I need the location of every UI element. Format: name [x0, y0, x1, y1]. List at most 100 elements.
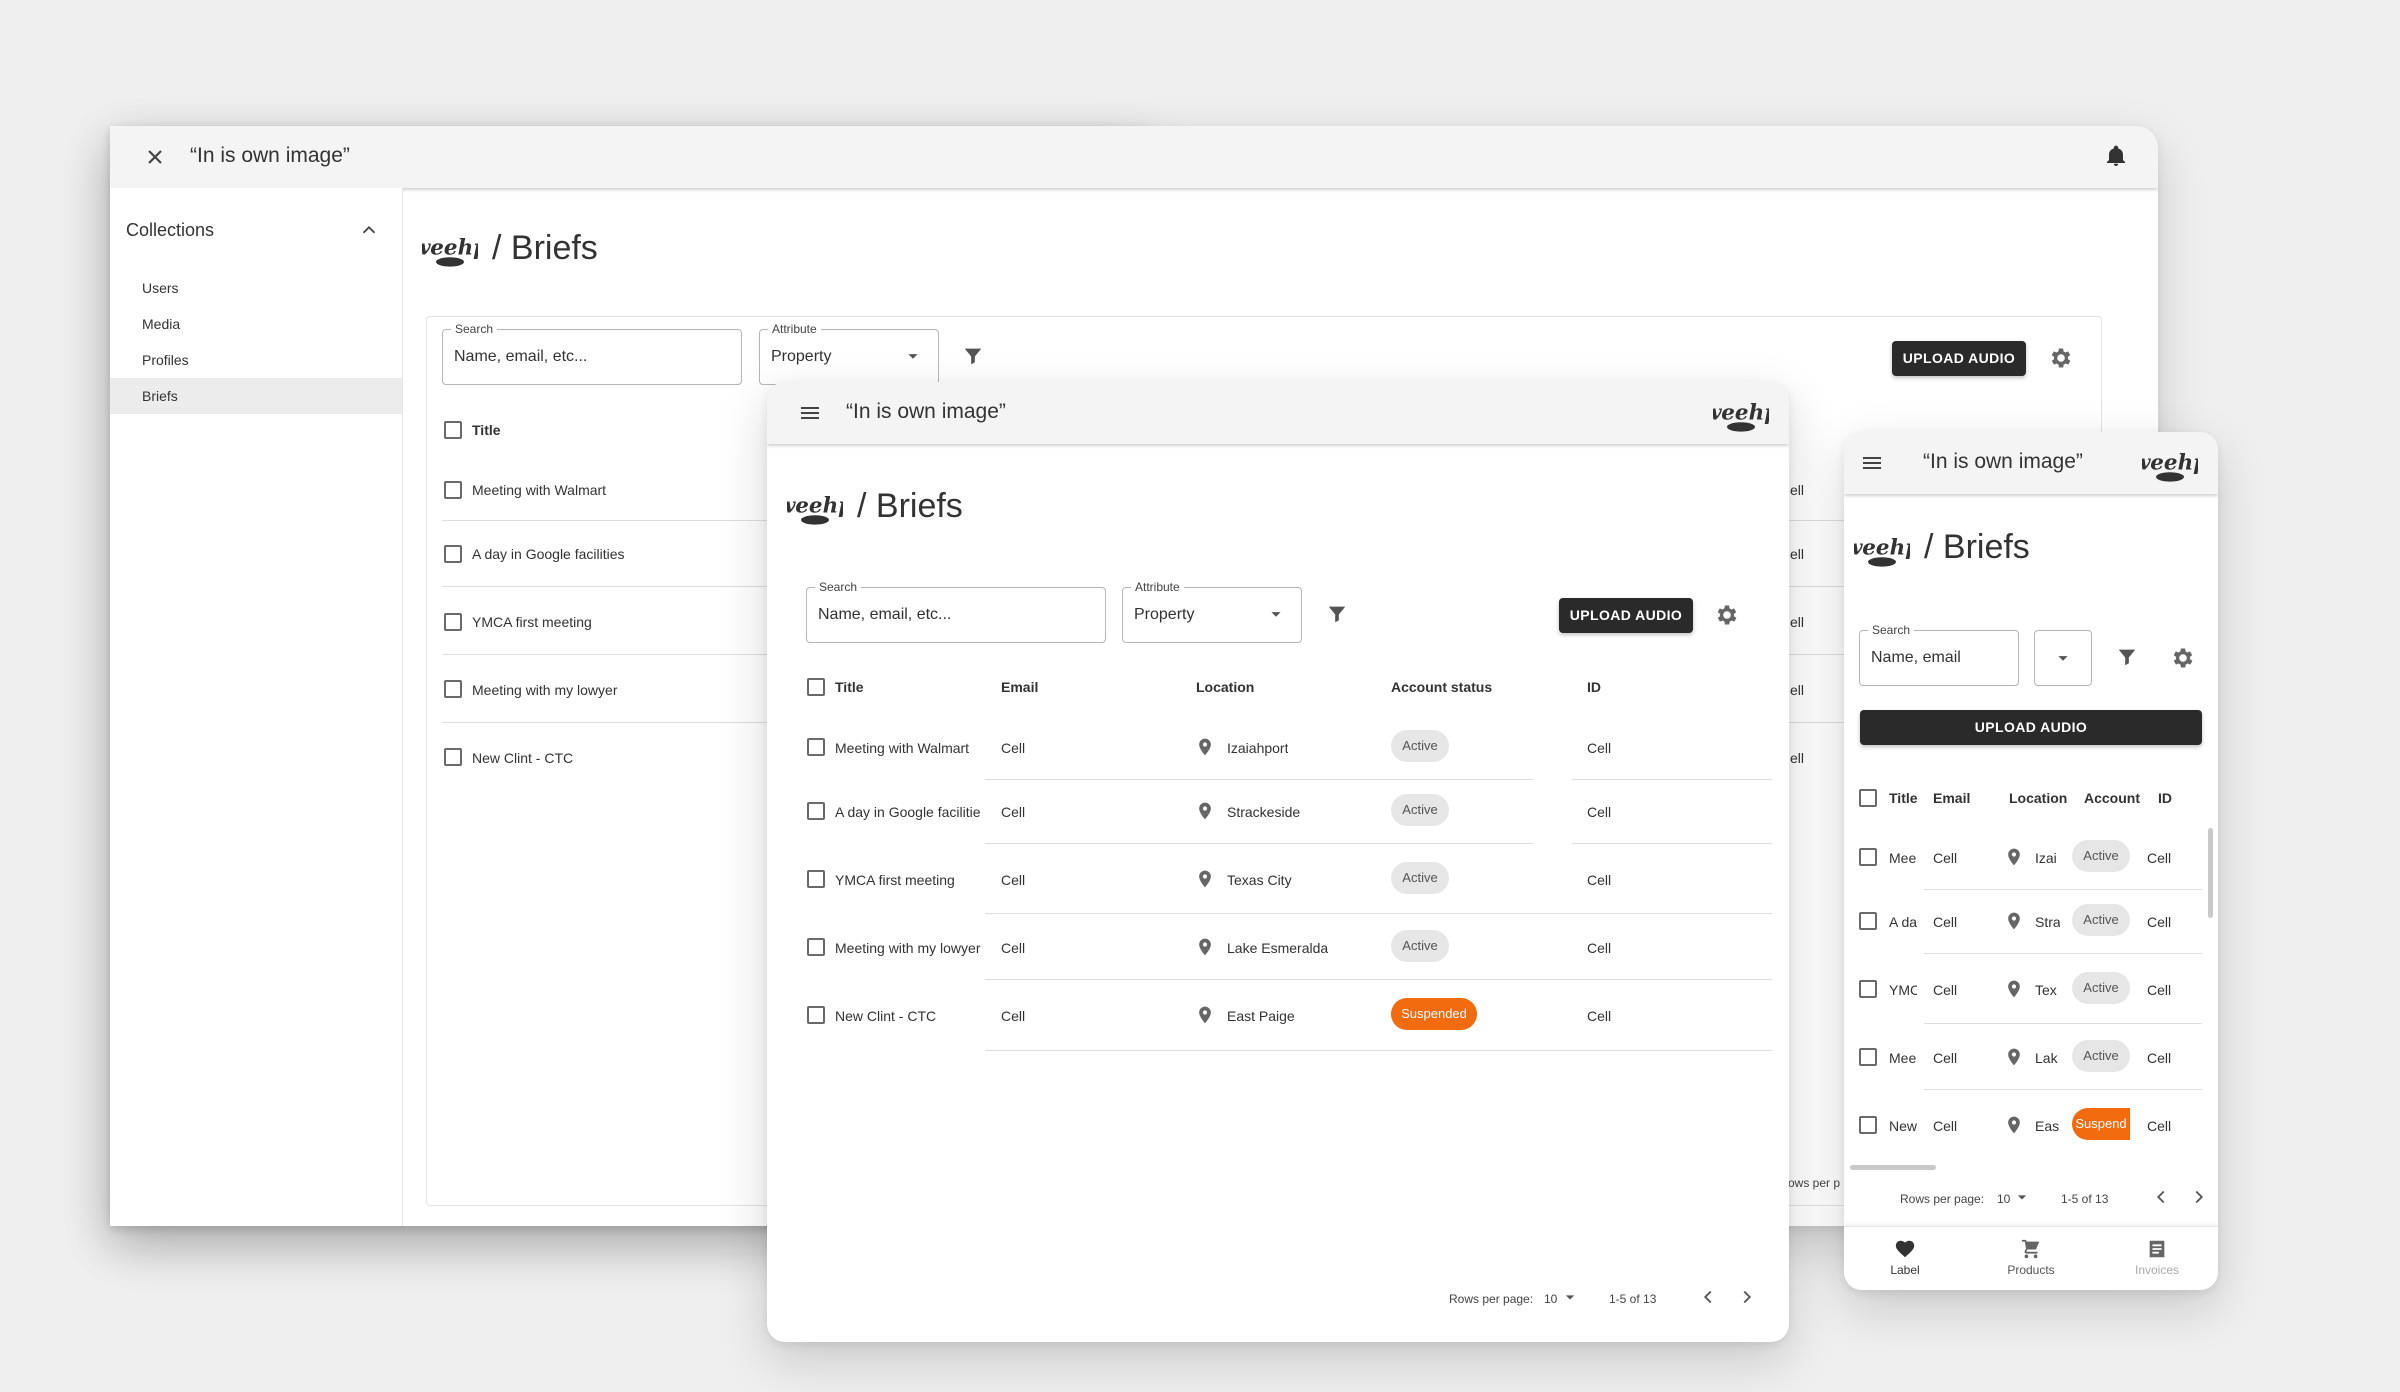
bottom-nav: Label Products Invoices — [1844, 1226, 2218, 1290]
row-email: Cell — [1001, 1008, 1026, 1024]
row-email: Cell — [1001, 804, 1026, 820]
search-input[interactable]: Search Name, email, etc... — [806, 580, 1106, 643]
filter-icon[interactable] — [2116, 646, 2138, 668]
chevron-left-icon[interactable] — [2150, 1186, 2172, 1208]
status-badge: Active — [2072, 840, 2130, 872]
row-divider — [1572, 843, 1772, 844]
caret-down-icon[interactable] — [1560, 1287, 1580, 1307]
gear-icon[interactable] — [1714, 602, 1740, 628]
row-checkbox[interactable] — [1859, 912, 1877, 930]
sidebar-item-briefs[interactable]: Briefs — [110, 378, 402, 414]
row-checkbox[interactable] — [444, 748, 462, 766]
location-pin-icon — [2004, 911, 2024, 931]
peek-cell: ell — [1790, 750, 1805, 766]
row-title: A day in Google facilities — [472, 546, 625, 562]
row-checkbox[interactable] — [807, 938, 825, 956]
sidebar-item-users[interactable]: Users — [110, 270, 402, 306]
status-badge: Active — [1391, 930, 1449, 962]
rows-per-page-value[interactable]: 10 — [1544, 1292, 1557, 1306]
row-checkbox[interactable] — [807, 802, 825, 820]
attribute-label: Attribute — [768, 322, 821, 336]
row-id: Cell — [1587, 1008, 1612, 1024]
page-title: / Briefs — [492, 229, 598, 267]
location-pin-icon — [1195, 737, 1215, 757]
caret-down-icon — [1265, 603, 1287, 625]
menu-icon[interactable] — [798, 401, 822, 425]
row-email: Cell — [1933, 1118, 1958, 1134]
document-icon — [2146, 1238, 2168, 1260]
column-location: Location — [1196, 679, 1255, 695]
upload-audio-button[interactable]: UPLOAD AUDIO — [1860, 710, 2202, 745]
tablet-app-bar: “In is own image” — [767, 382, 1789, 444]
pagination-range: 1-5 of 13 — [1609, 1292, 1657, 1306]
horizontal-scrollbar[interactable] — [1850, 1165, 1936, 1170]
row-checkbox[interactable] — [444, 613, 462, 631]
select-all-checkbox[interactable] — [807, 678, 825, 696]
row-location: Tex — [2035, 982, 2057, 998]
menu-icon[interactable] — [1860, 451, 1884, 475]
filter-icon[interactable] — [962, 345, 984, 367]
vertical-scrollbar[interactable] — [2208, 828, 2213, 918]
row-checkbox[interactable] — [1859, 980, 1877, 998]
peek-rows-per-page: ows per p — [1788, 1176, 1841, 1190]
row-checkbox[interactable] — [1859, 848, 1877, 866]
attribute-value: Property — [771, 348, 832, 365]
rows-per-page-value[interactable]: 10 — [1997, 1192, 2010, 1206]
pagination-range: 1-5 of 13 — [2061, 1192, 2109, 1206]
select-all-checkbox[interactable] — [1859, 789, 1877, 807]
cart-icon — [2020, 1238, 2042, 1260]
bell-icon[interactable] — [2104, 144, 2128, 168]
status-badge: Active — [2072, 1040, 2130, 1072]
row-title: New — [1889, 1118, 1917, 1134]
row-checkbox[interactable] — [1859, 1116, 1877, 1134]
gear-icon[interactable] — [2048, 345, 2074, 371]
row-title: Meeting with my lowyer — [835, 940, 981, 956]
search-input[interactable]: Search Name, email, etc... — [442, 322, 742, 385]
search-input[interactable]: Search Name, email — [1859, 623, 2019, 686]
mobile-app-bar: “In is own image” — [1844, 432, 2218, 494]
logo-icon — [1854, 524, 1910, 570]
row-checkbox[interactable] — [807, 1006, 825, 1024]
row-checkbox[interactable] — [807, 870, 825, 888]
select-all-checkbox[interactable] — [444, 421, 462, 439]
chevron-up-icon[interactable] — [358, 219, 380, 241]
status-badge: Active — [2072, 972, 2130, 1004]
row-checkbox[interactable] — [807, 738, 825, 756]
row-location: Izaiahport — [1227, 740, 1289, 756]
close-icon[interactable] — [143, 145, 167, 169]
attribute-select[interactable] — [2034, 630, 2092, 686]
row-checkbox[interactable] — [1859, 1048, 1877, 1066]
upload-audio-button[interactable]: UPLOAD AUDIO — [1892, 341, 2026, 376]
location-pin-icon — [2004, 1115, 2024, 1135]
row-title: YMCA first meeting — [472, 614, 592, 630]
row-location: Texas City — [1227, 872, 1292, 888]
attribute-select[interactable]: Attribute Property — [759, 322, 939, 385]
status-badge: Active — [1391, 794, 1449, 826]
row-divider — [1924, 1023, 2202, 1024]
row-checkbox[interactable] — [444, 545, 462, 563]
column-email: Email — [1933, 790, 1971, 806]
gear-icon[interactable] — [2170, 645, 2196, 671]
chevron-right-icon[interactable] — [1736, 1286, 1758, 1308]
chevron-right-icon[interactable] — [2188, 1186, 2210, 1208]
row-divider — [985, 779, 1533, 780]
row-email: Cell — [1933, 914, 1958, 930]
row-checkbox[interactable] — [444, 680, 462, 698]
caret-down-icon[interactable] — [2012, 1187, 2032, 1207]
attribute-select[interactable]: Attribute Property — [1122, 580, 1302, 643]
row-location: Eas — [2035, 1118, 2060, 1134]
column-id: ID — [2158, 790, 2172, 806]
attribute-value: Property — [1134, 606, 1195, 623]
sidebar-item-media[interactable]: Media — [110, 306, 402, 342]
row-title: YMCA first meeting — [835, 872, 955, 888]
chevron-left-icon[interactable] — [1697, 1286, 1719, 1308]
filter-icon[interactable] — [1326, 603, 1348, 625]
column-title: Title — [472, 422, 501, 438]
sidebar-section-label[interactable]: Collections — [126, 220, 214, 241]
row-checkbox[interactable] — [444, 481, 462, 499]
attribute-label: Attribute — [1131, 580, 1184, 594]
upload-audio-button[interactable]: UPLOAD AUDIO — [1559, 598, 1693, 633]
location-pin-icon — [2004, 1047, 2024, 1067]
column-location: Location — [2009, 790, 2068, 806]
sidebar-item-profiles[interactable]: Profiles — [110, 342, 402, 378]
